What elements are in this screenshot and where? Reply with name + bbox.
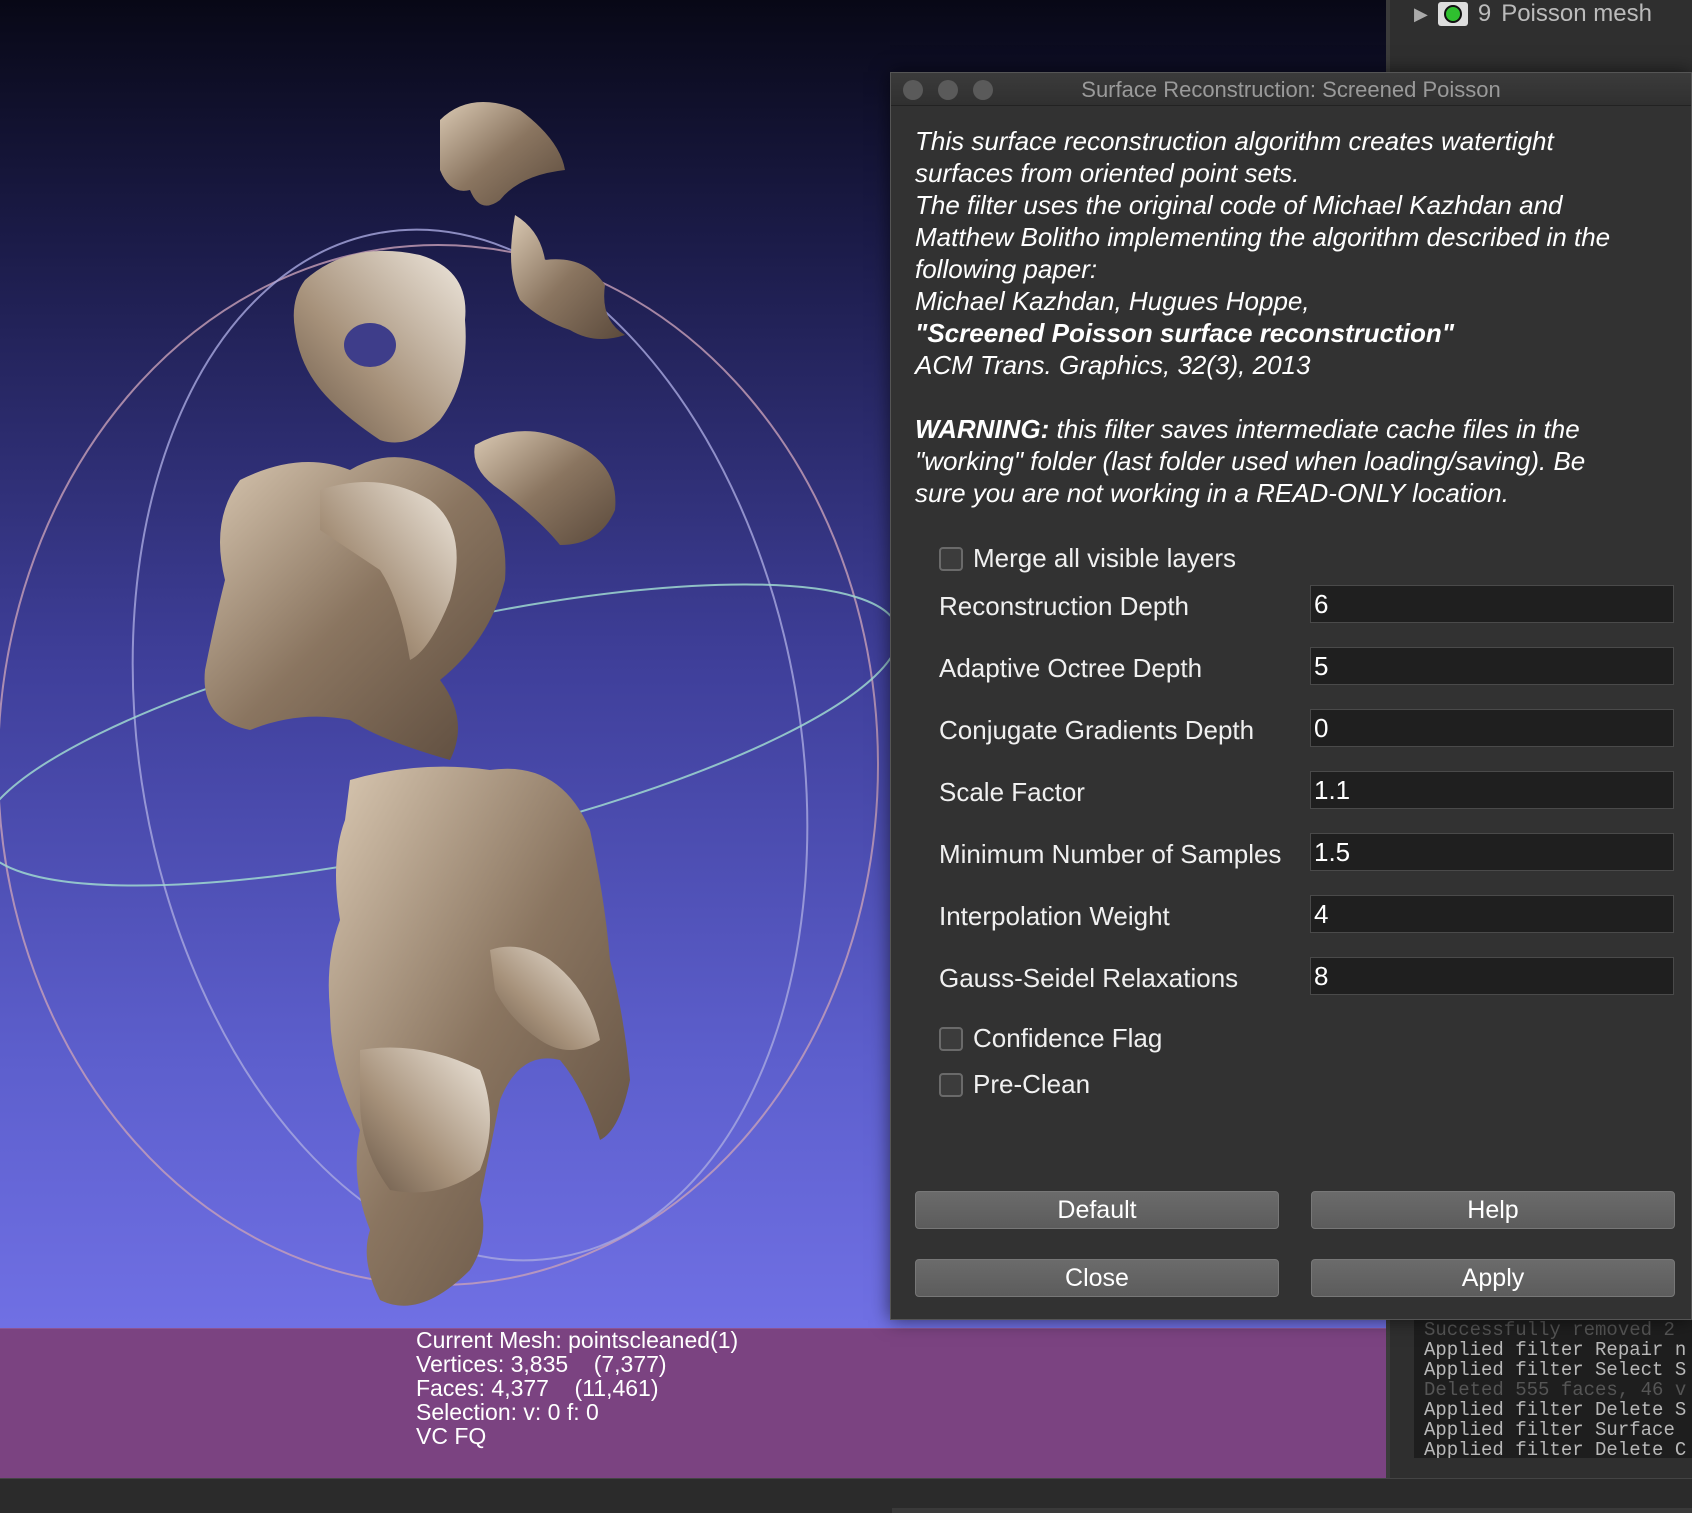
gauss-seidel-label: Gauss-Seidel Relaxations [939,963,1239,993]
description-line: Michael Kazhdan, Hugues Hoppe, [915,286,1310,316]
log-panel[interactable]: Successfully removed 2 Applied filter Re… [1414,1320,1692,1458]
conjugate-gradients-depth-input[interactable] [1310,709,1674,747]
paper-title: "Screened Poisson surface reconstruction… [915,318,1455,348]
merge-layers-checkbox-row[interactable]: Merge all visible layers [939,543,1236,574]
expand-arrow-icon[interactable]: ▶ [1414,4,1428,25]
log-line: Applied filter Delete S [1424,1399,1687,1421]
warning-line: "working" folder (last folder used when … [915,446,1586,476]
scale-factor-input[interactable] [1310,771,1674,809]
close-button[interactable]: Close [915,1259,1279,1297]
filter-dialog: Surface Reconstruction: Screened Poisson… [890,72,1692,1320]
layer-name: Poisson mesh [1501,0,1652,27]
preclean-label: Pre-Clean [973,1069,1091,1099]
gauss-seidel-input[interactable] [1310,957,1674,995]
description-line: The filter uses the original code of Mic… [915,190,1563,220]
description-line: following paper: [915,254,1098,284]
preclean-checkbox-row[interactable]: Pre-Clean [939,1069,1090,1100]
filter-description: This surface reconstruction algorithm cr… [915,125,1675,509]
layer-index: 9 [1477,0,1492,27]
confidence-flag-checkbox-row[interactable]: Confidence Flag [939,1023,1162,1054]
warning-label: WARNING: [915,414,1050,444]
reconstruction-depth-label: Reconstruction Depth [939,591,1190,621]
flags-text: VC FQ [416,1423,487,1449]
warning-line: this filter saves intermediate cache fil… [1049,414,1580,444]
mesh-info: Current Mesh: pointscleaned(1) Vertices:… [416,1328,738,1448]
log-line: Applied filter Repair n [1424,1339,1687,1361]
mesh-model [204,102,630,1306]
log-line: Applied filter Delete C [1424,1439,1687,1458]
faces-text: Faces: 4,377 (11,461) [416,1375,659,1401]
confidence-flag-checkbox[interactable] [939,1026,963,1051]
status-bar [0,1478,1692,1513]
description-line: ACM Trans. Graphics, 32(3), 2013 [915,350,1311,380]
log-line: Applied filter Surface [1424,1419,1675,1441]
confidence-flag-label: Confidence Flag [973,1023,1163,1053]
preclean-checkbox[interactable] [939,1072,963,1097]
interpolation-weight-input[interactable] [1310,895,1674,933]
conjugate-gradients-depth-label: Conjugate Gradients Depth [939,715,1255,745]
apply-button[interactable]: Apply [1311,1259,1675,1297]
layer-row[interactable]: ▶ 9 Poisson mesh [1414,0,1692,28]
scale-factor-label: Scale Factor [939,777,1085,807]
description-line: Matthew Bolitho implementing the algorit… [915,222,1611,252]
log-line: Applied filter Select S [1424,1359,1687,1381]
warning-line: sure you are not working in a READ-ONLY … [915,478,1509,508]
log-line: Deleted 555 faces, 46 v [1424,1379,1687,1401]
adaptive-octree-depth-label: Adaptive Octree Depth [939,653,1203,683]
selection-text: Selection: v: 0 f: 0 [416,1399,599,1425]
help-button[interactable]: Help [1311,1191,1675,1229]
adaptive-octree-depth-input[interactable] [1310,647,1674,685]
description-line: surfaces from oriented point sets. [915,158,1300,188]
default-button[interactable]: Default [915,1191,1279,1229]
dialog-titlebar[interactable]: Surface Reconstruction: Screened Poisson [891,73,1691,106]
description-line: This surface reconstruction algorithm cr… [915,126,1554,156]
min-samples-input[interactable] [1310,833,1674,871]
visibility-eye-icon[interactable] [1437,2,1468,26]
interpolation-weight-label: Interpolation Weight [939,901,1170,931]
min-samples-label: Minimum Number of Samples [939,839,1282,869]
merge-layers-label: Merge all visible layers [973,543,1236,573]
current-mesh-text: Current Mesh: pointscleaned(1) [416,1327,739,1353]
dialog-title: Surface Reconstruction: Screened Poisson [1081,77,1501,102]
reconstruction-depth-input[interactable] [1310,585,1674,623]
vertices-text: Vertices: 3,835 (7,377) [416,1351,667,1377]
merge-layers-checkbox[interactable] [939,546,963,571]
log-line: Successfully removed 2 [1424,1320,1675,1341]
